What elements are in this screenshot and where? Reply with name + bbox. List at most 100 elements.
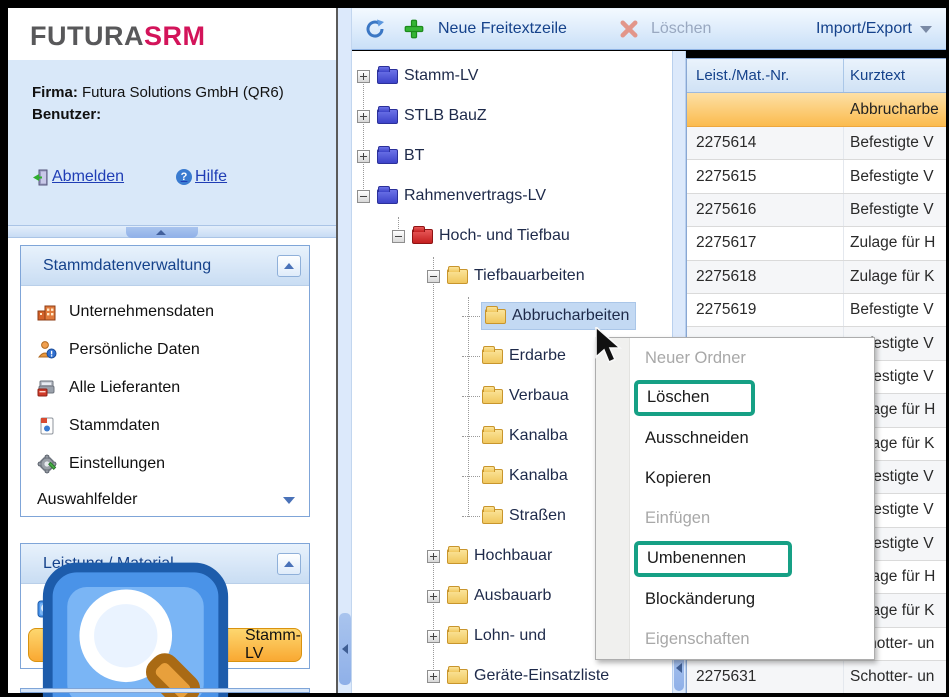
building-icon: [37, 302, 57, 322]
expander-plus-icon[interactable]: [427, 590, 440, 603]
horizontal-splitter[interactable]: [8, 225, 336, 238]
tree-node-label[interactable]: Abbrucharbeiten: [512, 307, 629, 325]
tree-node-label[interactable]: Tiefbauarbeiten: [474, 267, 585, 285]
sidebar-item-stammdaten[interactable]: Stammdaten: [21, 407, 309, 445]
tree-node-label[interactable]: Hoch- und Tiefbau: [439, 227, 570, 245]
document-icon: [37, 416, 57, 436]
table-row[interactable]: 2275616Befestigte V: [687, 194, 946, 227]
cell-kurztext: Befestigte V: [844, 301, 946, 319]
tree-node-label[interactable]: Kanalba: [509, 467, 568, 485]
collapse-left-icon: [676, 663, 682, 673]
firma-label: Firma:: [32, 84, 78, 101]
user-info-panel: Firma: Futura Solutions GmbH (QR6) Benut…: [8, 60, 336, 225]
logout-door-icon: [32, 169, 49, 186]
refresh-icon[interactable]: [364, 18, 386, 40]
group-row[interactable]: Abbrucharbe: [687, 93, 946, 127]
panel2-collapse-button[interactable]: [277, 553, 301, 575]
menu-item-label: Eigenschaften: [645, 630, 750, 649]
help-icon: ?: [176, 169, 192, 185]
panel1-header[interactable]: Stammdatenverwaltung: [21, 246, 309, 286]
sidebar-item-alle-lieferanten[interactable]: Alle Lieferanten: [21, 369, 309, 407]
tree-node-label[interactable]: Lohn- und: [474, 627, 546, 645]
folder-icon: [485, 309, 506, 324]
add-icon[interactable]: [404, 19, 424, 39]
tree-connector: [462, 316, 480, 317]
cell-nr: 2275618: [687, 261, 844, 293]
tree-node-label[interactable]: Kanalba: [509, 427, 568, 445]
column-header-kurztext[interactable]: Kurztext: [844, 59, 946, 92]
tree-node-label[interactable]: BT: [404, 147, 424, 165]
help-label: Hilfe: [195, 168, 227, 186]
expander-plus-icon[interactable]: [427, 550, 440, 563]
tree-node-label[interactable]: Geräte-Einsatzliste: [474, 667, 609, 685]
sidebar-item-persoenliche-daten[interactable]: Persönliche Daten: [21, 331, 309, 369]
help-link[interactable]: ? Hilfe: [176, 168, 227, 186]
table-row[interactable]: 2275631Schotter- un: [687, 661, 946, 693]
tree-node[interactable]: STLB BauZ: [352, 96, 672, 136]
expander-plus-icon[interactable]: [357, 70, 370, 83]
app-logo: FUTURASRM: [8, 8, 336, 60]
expander-minus-icon[interactable]: [357, 190, 370, 203]
table-row[interactable]: 2275619Befestigte V: [687, 294, 946, 327]
tree-node-label[interactable]: STLB BauZ: [404, 107, 487, 125]
tree-node-label[interactable]: Ausbauarb: [474, 587, 551, 605]
collapse-left-icon: [342, 644, 348, 654]
tree-node[interactable]: Geräte-Einsatzliste: [352, 656, 672, 693]
sidebar-item-stamm-lv-selected[interactable]: Stamm-LV: [28, 628, 302, 662]
column-header-nr[interactable]: Leist./Mat.-Nr.: [687, 59, 844, 92]
menu-item-label: Löschen: [647, 388, 709, 406]
sidebar-item-label: Stammdaten: [69, 417, 160, 435]
sidebar-splitter-handle[interactable]: [339, 613, 351, 685]
tree-node[interactable]: BT: [352, 136, 672, 176]
splitter-collapse-handle[interactable]: [126, 227, 198, 238]
suppliers-icon: [37, 378, 57, 398]
cell-nr: 2275631: [687, 661, 844, 693]
expander-plus-icon[interactable]: [427, 630, 440, 643]
menu-item-blockaenderung[interactable]: Blockänderung: [596, 579, 874, 619]
tree-node[interactable]: Rahmenvertrags-LV: [352, 176, 672, 216]
panel-leistung-material: Leistung / Material Kontrakte Stamm-LV: [20, 543, 310, 669]
table-row[interactable]: 2275614Befestigte V: [687, 127, 946, 160]
sidebar-splitter[interactable]: [336, 8, 352, 693]
logo-text-futura: FUTURA: [30, 21, 144, 51]
table-row[interactable]: 2275615Befestigte V: [687, 160, 946, 193]
tree-node-label[interactable]: Hochbauar: [474, 547, 552, 565]
panel-stammdatenverwaltung: Stammdatenverwaltung Unternehmensdaten P…: [20, 245, 310, 517]
new-freetext-button[interactable]: Neue Freitextzeile: [438, 20, 567, 38]
menu-item-ausschneiden[interactable]: Ausschneiden: [596, 418, 874, 458]
tree-node-label[interactable]: Rahmenvertrags-LV: [404, 187, 546, 205]
tree-node-label[interactable]: Verbaua: [509, 387, 569, 405]
expander-minus-icon[interactable]: [392, 230, 405, 243]
cell-nr: 2275616: [687, 194, 844, 226]
collapse-up-icon: [284, 561, 294, 567]
tree-node-label[interactable]: Stamm-LV: [404, 67, 478, 85]
tree-node[interactable]: Tiefbauarbeiten: [352, 256, 672, 296]
table-row[interactable]: 2275617Zulage für H: [687, 227, 946, 260]
expander-plus-icon[interactable]: [357, 110, 370, 123]
menu-item-kopieren[interactable]: Kopieren: [596, 459, 874, 499]
sidebar-item-auswahlfelder[interactable]: Auswahlfelder: [21, 483, 309, 517]
panel1-collapse-button[interactable]: [277, 255, 301, 277]
import-export-button[interactable]: Import/Export: [816, 20, 932, 38]
sidebar-item-einstellungen[interactable]: Einstellungen: [21, 445, 309, 483]
tree-node-label[interactable]: Erdarbe: [509, 347, 566, 365]
sidebar-item-unternehmensdaten[interactable]: Unternehmensdaten: [21, 293, 309, 331]
tree-node[interactable]: Hoch- und Tiefbau: [352, 216, 672, 256]
menu-item-loeschen[interactable]: Löschen: [596, 378, 874, 418]
folder-icon: [377, 69, 398, 84]
expander-plus-icon[interactable]: [357, 150, 370, 163]
logo-text-srm: SRM: [144, 21, 206, 51]
expander-minus-icon[interactable]: [427, 270, 440, 283]
tree-node-label[interactable]: Straßen: [509, 507, 566, 525]
menu-item-umbenennen[interactable]: Umbenennen: [596, 539, 874, 579]
folder-icon: [447, 589, 468, 604]
cell-kurztext: Befestigte V: [844, 134, 946, 152]
table-row[interactable]: 2275618Zulage für K: [687, 261, 946, 294]
logout-link[interactable]: Abmelden: [32, 168, 124, 186]
delete-icon: [619, 19, 639, 39]
selected-node-highlight[interactable]: Abbrucharbeiten: [482, 303, 635, 329]
expander-plus-icon[interactable]: [427, 670, 440, 683]
tree-node[interactable]: Stamm-LV: [352, 56, 672, 96]
person-icon: [37, 340, 57, 360]
panel2-items: Kontrakte Stamm-LV: [21, 584, 309, 662]
